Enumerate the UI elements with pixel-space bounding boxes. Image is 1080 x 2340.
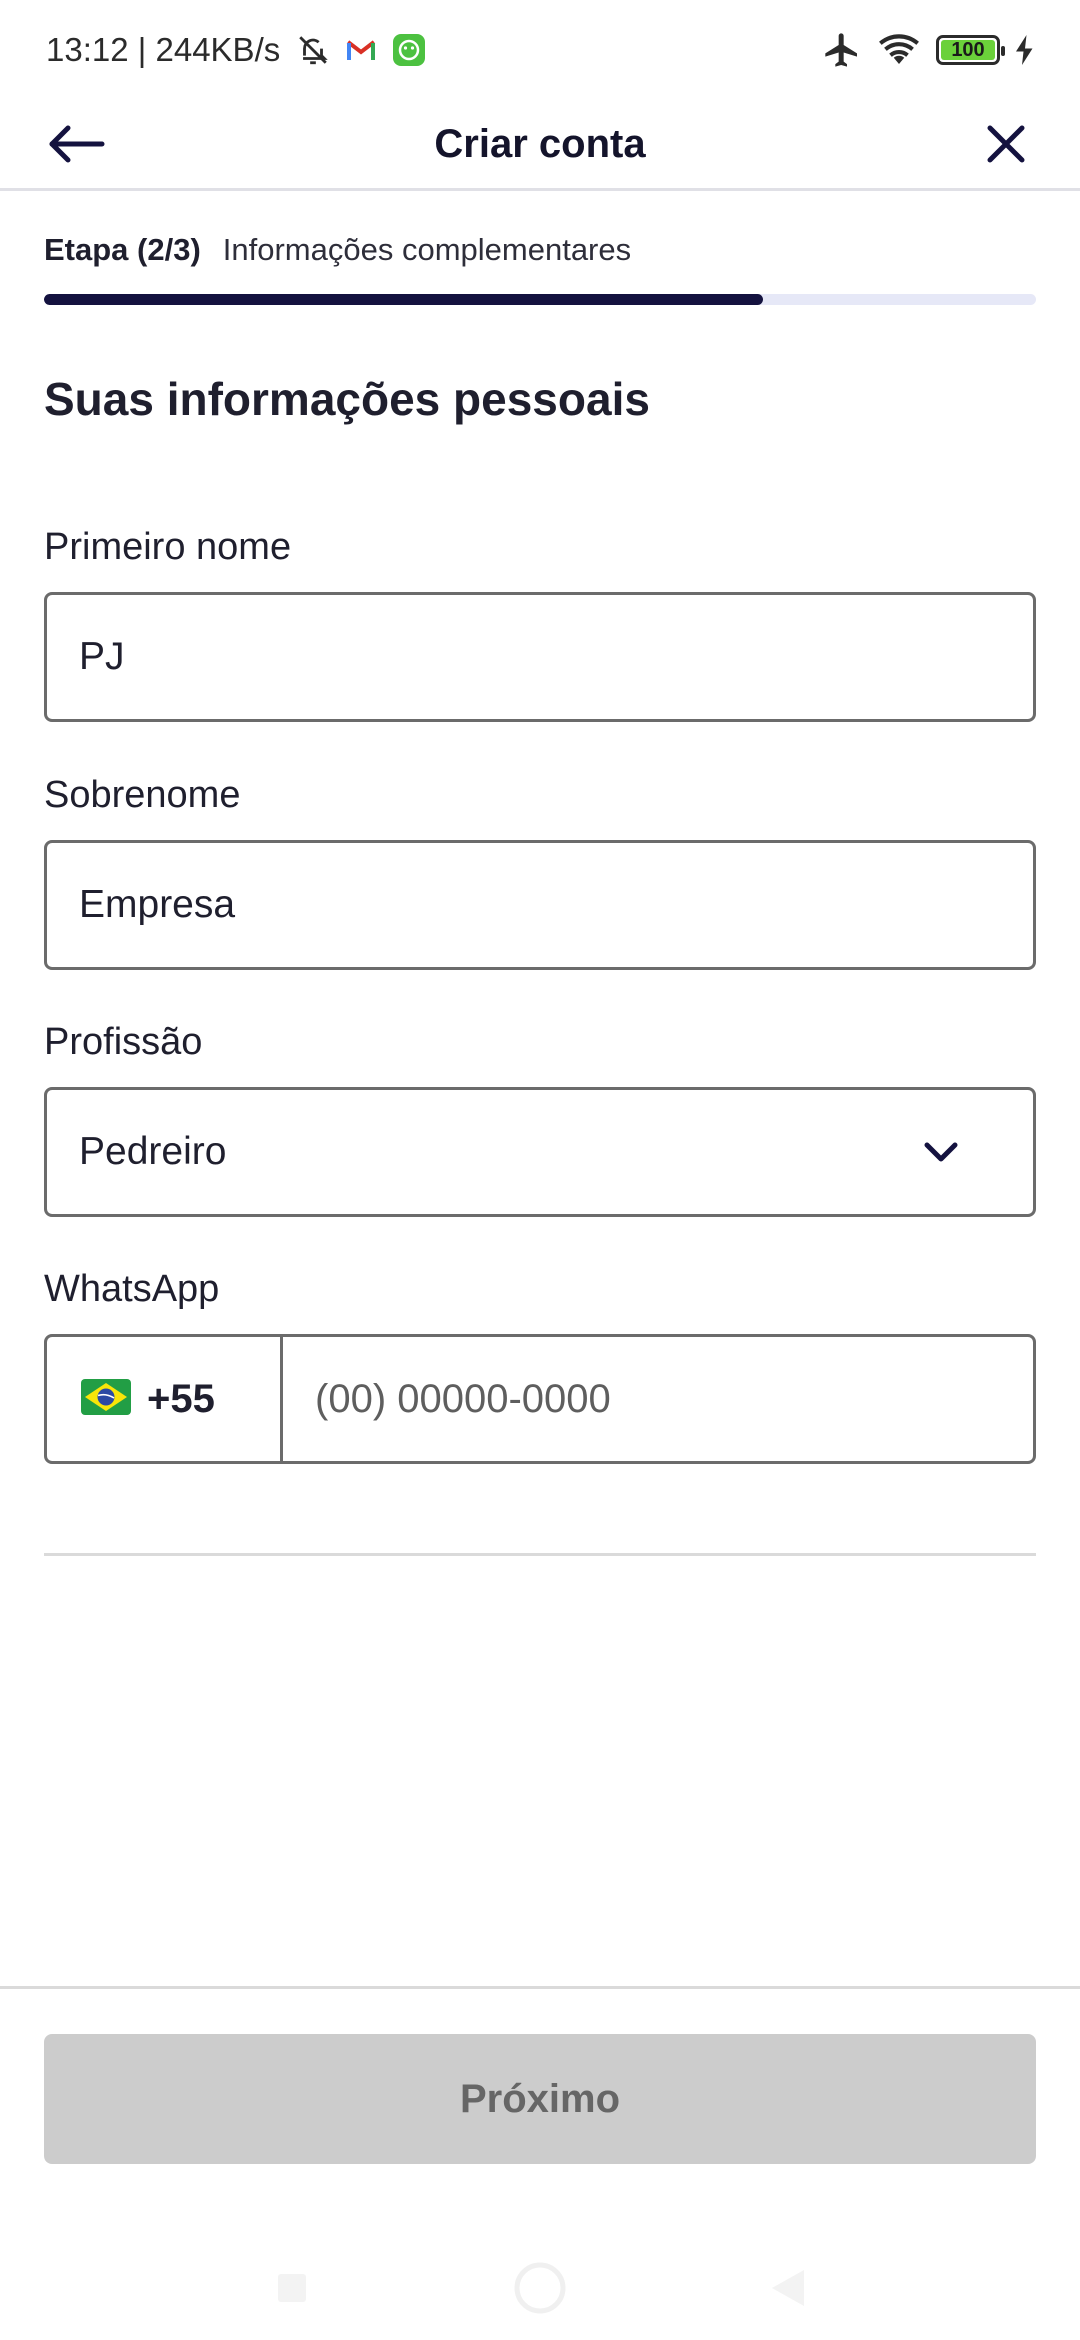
triangle-back-icon xyxy=(772,2270,804,2306)
step-label: Etapa (2/3) xyxy=(44,232,201,267)
close-button[interactable] xyxy=(976,114,1036,174)
silent-bell-icon xyxy=(296,33,330,67)
first-name-value: PJ xyxy=(79,635,125,678)
profession-value: Pedreiro xyxy=(79,1130,227,1173)
first-name-label: Primeiro nome xyxy=(44,526,292,568)
first-name-field[interactable]: PJ xyxy=(44,592,1036,722)
battery-level: 100 xyxy=(951,38,985,61)
whatsapp-label: WhatsApp xyxy=(44,1268,220,1310)
profession-select[interactable]: Pedreiro xyxy=(44,1087,1036,1217)
status-right: 100 xyxy=(822,30,1034,70)
chevron-down-icon xyxy=(911,1122,971,1182)
next-button[interactable]: Próximo xyxy=(44,2034,1036,2164)
back-button[interactable] xyxy=(44,114,108,174)
wifi-icon xyxy=(878,32,920,68)
status-left: 13:12 | 244KB/s xyxy=(46,31,426,69)
charging-icon xyxy=(1016,35,1034,65)
footer-divider xyxy=(0,1986,1080,1989)
app-header: Criar conta xyxy=(0,100,1080,191)
gmail-icon xyxy=(346,38,376,62)
square-icon xyxy=(278,2274,306,2302)
last-name-field[interactable]: Empresa xyxy=(44,840,1036,970)
circle-icon xyxy=(514,2262,566,2314)
status-time-speed: 13:12 | 244KB/s xyxy=(46,31,281,68)
status-bar: 13:12 | 244KB/s 100 xyxy=(0,0,1080,100)
airplane-icon xyxy=(822,30,862,70)
back-nav-button[interactable] xyxy=(760,2260,816,2316)
last-name-label: Sobrenome xyxy=(44,774,241,816)
home-button[interactable] xyxy=(512,2260,568,2316)
last-name-value: Empresa xyxy=(79,883,236,926)
close-icon xyxy=(987,125,1025,163)
page-title: Criar conta xyxy=(434,121,646,166)
system-navigation-bar xyxy=(0,2220,1080,2340)
battery-icon: 100 xyxy=(936,35,1005,65)
recent-apps-button[interactable] xyxy=(264,2260,320,2316)
country-code: +55 xyxy=(147,1376,215,1421)
step-indicator: Etapa (2/3) Informações complementares xyxy=(44,232,1036,268)
app-notification-icon xyxy=(392,33,426,67)
form-divider xyxy=(44,1553,1036,1556)
step-progress-fill xyxy=(44,294,764,305)
country-code-selector[interactable]: +55 xyxy=(47,1337,283,1461)
brazil-flag-icon xyxy=(81,1378,131,1420)
profession-label: Profissão xyxy=(44,1021,203,1063)
arrow-left-icon xyxy=(49,125,105,163)
section-title: Suas informações pessoais xyxy=(44,373,650,425)
step-description: Informações complementares xyxy=(222,232,632,267)
whatsapp-field-group: +55 xyxy=(44,1334,1036,1464)
step-progress-bar xyxy=(44,294,1036,305)
whatsapp-phone-input[interactable] xyxy=(283,1337,1033,1461)
